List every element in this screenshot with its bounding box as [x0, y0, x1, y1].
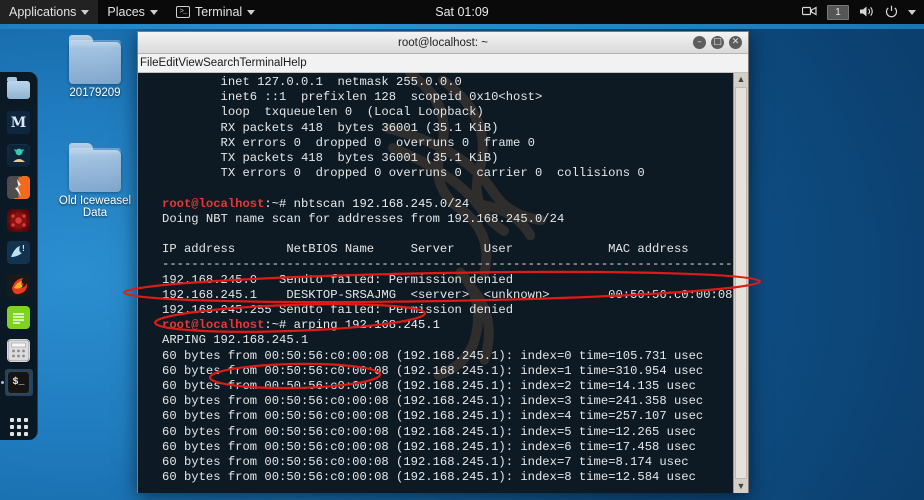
applications-menu[interactable]: Applications	[0, 0, 99, 24]
terminal-line: RX packets 418 bytes 36001 (35.1 KiB)	[162, 120, 499, 135]
shell-prompt: root@localhost	[162, 196, 265, 211]
scrollbar-thumb[interactable]	[735, 87, 747, 479]
terminal-menu-bar: File Edit View Search Terminal Help	[138, 54, 748, 73]
scroll-down-arrow[interactable]: ▼	[737, 480, 746, 493]
dock-item-metasploit[interactable]: M	[5, 109, 33, 135]
terminal-line: IP address NetBIOS Name Server User MAC …	[162, 242, 689, 257]
close-button[interactable]: ✕	[729, 36, 742, 49]
terminal-line: 60 bytes from 00:50:56:c0:00:08 (192.168…	[162, 455, 689, 470]
favorites-dock: M ! $_	[0, 72, 38, 440]
beef-icon	[7, 208, 30, 232]
volume-icon[interactable]	[859, 5, 875, 20]
folder-icon	[69, 143, 121, 192]
dock-item-faraday[interactable]: !	[5, 239, 33, 265]
terminal-line: 60 bytes from 00:50:56:c0:00:08 (192.168…	[162, 363, 704, 378]
terminal-window: root@localhost: ~ – □ ✕ File Edit View S…	[137, 31, 749, 493]
shell-command: :~# arping 192.168.245.1	[264, 318, 440, 333]
terminal-line: root@localhost:~# nbtscan 192.168.245.0/…	[162, 197, 733, 212]
faraday-icon: !	[7, 241, 30, 265]
minimize-button[interactable]: –	[693, 36, 706, 49]
menu-view[interactable]: View	[178, 54, 203, 73]
terminal-line: RX errors 0 dropped 0 overruns 0 frame 0	[162, 135, 536, 150]
desktop-icon-folder-1[interactable]: 20179209	[46, 35, 144, 99]
terminal-line: TX errors 0 dropped 0 overruns 0 carrier…	[162, 166, 645, 181]
terminal-output: inet 127.0.0.1 netmask 255.0.0.0 inet6 :…	[138, 73, 733, 493]
terminal-line: Doing NBT name scan for addresses from 1…	[162, 211, 565, 226]
menu-terminal[interactable]: Terminal	[240, 54, 283, 73]
chevron-down-icon	[81, 9, 90, 15]
folder-icon	[7, 77, 30, 100]
terminal-line: 60 bytes from 00:50:56:c0:00:08 (192.168…	[162, 409, 704, 424]
dock-item-beef[interactable]	[5, 207, 33, 233]
maximize-button[interactable]: □	[711, 36, 724, 49]
terminal-line: loop txqueuelen 0 (Local Loopback)	[162, 105, 484, 120]
grid-icon	[9, 417, 29, 437]
chevron-down-icon	[149, 9, 158, 15]
shell-prompt: root@localhost	[162, 318, 265, 333]
armitage-icon	[7, 143, 30, 167]
dock-item-burpsuite[interactable]	[5, 174, 33, 200]
terminal-line: ARPING 192.168.245.1	[162, 333, 309, 348]
calculator-icon	[7, 338, 30, 362]
desktop-icon-label: 20179209	[69, 87, 121, 99]
power-icon[interactable]	[885, 5, 898, 20]
dock-item-armitage[interactable]	[5, 142, 33, 168]
terminal-body[interactable]: inet 127.0.0.1 netmask 255.0.0.0 inet6 :…	[138, 73, 748, 493]
scroll-up-arrow[interactable]: ▲	[737, 73, 746, 86]
dock-item-text-editor[interactable]	[5, 304, 33, 330]
menu-file[interactable]: File	[138, 54, 159, 73]
chevron-down-icon	[247, 9, 256, 15]
window-controls: – □ ✕	[693, 36, 748, 49]
menu-edit[interactable]: Edit	[159, 54, 179, 73]
svg-text:!: !	[21, 244, 26, 253]
terminal-line: inet6 ::1 prefixlen 128 scopeid 0x10<hos…	[162, 90, 543, 105]
shell-command: :~# nbtscan 192.168.245.0/24	[264, 196, 470, 211]
dock-item-iceweasel[interactable]	[5, 272, 33, 298]
terminal-line: 192.168.245.1 DESKTOP-SRSAJMG <server> <…	[162, 287, 733, 302]
terminal-line: ----------------------------------------…	[162, 257, 733, 272]
screencast-icon[interactable]	[801, 5, 817, 19]
terminal-menu-label: Terminal	[194, 5, 243, 19]
terminal-line: 60 bytes from 00:50:56:c0:00:08 (192.168…	[162, 424, 696, 439]
places-menu[interactable]: Places	[98, 0, 167, 24]
dock-item-files[interactable]	[5, 77, 33, 103]
terminal-line: 60 bytes from 00:50:56:c0:00:08 (192.168…	[162, 439, 696, 454]
menu-search[interactable]: Search	[203, 54, 239, 73]
metasploit-shield-icon: M	[7, 111, 30, 135]
terminal-line: inet 127.0.0.1 netmask 255.0.0.0	[162, 75, 462, 89]
terminal-line: 192.168.245.255 Sendto failed: Permissio…	[162, 303, 514, 318]
terminal-scrollbar[interactable]: ▲ ▼	[733, 73, 748, 493]
top-menu-bar: Applications Places >_ Terminal Sat 01:0…	[0, 0, 924, 24]
terminal-line: 60 bytes from 00:50:56:c0:00:08 (192.168…	[162, 470, 696, 485]
desktop-icon-label: Old Iceweasel Data	[58, 195, 132, 219]
menu-help[interactable]: Help	[283, 54, 307, 73]
terminal-line: 60 bytes from 00:50:56:c0:00:08 (192.168…	[162, 348, 704, 363]
dock-item-calculator[interactable]	[5, 337, 33, 363]
desktop-icon-folder-2[interactable]: Old Iceweasel Data	[46, 143, 144, 219]
terminal-line: 60 bytes from 00:50:56:c0:00:08 (192.168…	[162, 379, 696, 394]
terminal-line: TX packets 418 bytes 36001 (35.1 KiB)	[162, 151, 499, 166]
places-menu-label: Places	[107, 5, 145, 19]
terminal-icon: >_	[175, 6, 190, 18]
top-accent-strip	[0, 24, 924, 29]
burpsuite-icon	[7, 176, 30, 200]
terminal-line: root@localhost:~# arping 192.168.245.1	[162, 318, 733, 333]
terminal-title-bar[interactable]: root@localhost: ~ – □ ✕	[138, 32, 748, 54]
applications-menu-label: Applications	[9, 5, 77, 19]
terminal-menu[interactable]: >_ Terminal	[167, 0, 264, 24]
workspace-indicator[interactable]: 1	[827, 4, 849, 20]
folder-icon	[69, 35, 121, 84]
text-editor-icon	[7, 306, 30, 330]
dock-item-show-applications[interactable]	[5, 414, 33, 440]
terminal-icon: $_	[7, 371, 30, 395]
chevron-down-icon[interactable]	[908, 9, 916, 15]
terminal-line: 192.168.245.0 Sendto failed: Permission …	[162, 272, 514, 287]
dock-item-terminal[interactable]: $_	[0, 369, 33, 396]
iceweasel-icon	[7, 273, 30, 297]
window-title: root@localhost: ~	[398, 36, 488, 49]
terminal-line: 60 bytes from 00:50:56:c0:00:08 (192.168…	[162, 394, 704, 409]
status-tray: 1	[801, 4, 924, 20]
